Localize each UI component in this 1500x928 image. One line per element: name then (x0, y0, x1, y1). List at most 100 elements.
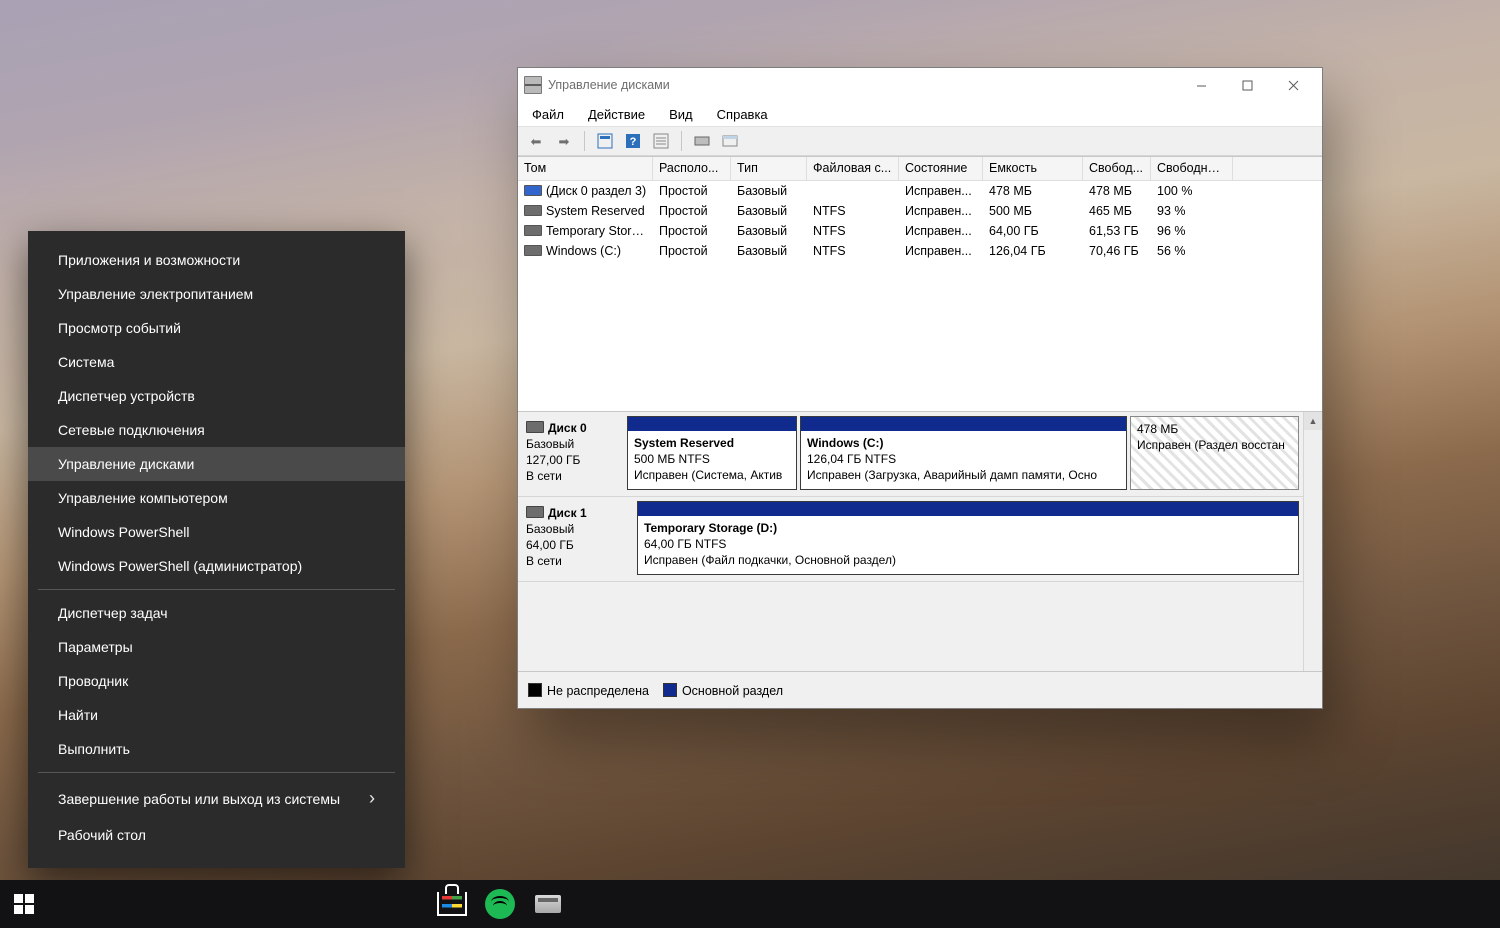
volume-fs: NTFS (807, 221, 899, 241)
winx-context-menu[interactable]: Приложения и возможностиУправление элект… (28, 231, 405, 868)
titlebar[interactable]: Управление дисками (518, 68, 1322, 102)
partition-header (801, 417, 1126, 431)
disk-block[interactable]: Диск 0Базовый127,00 ГБВ сетиSystem Reser… (518, 412, 1303, 497)
disk-label: Диск 1 (526, 505, 631, 521)
menu-view[interactable]: Вид (665, 105, 697, 124)
volume-free: 70,46 ГБ (1083, 241, 1151, 261)
disk-management-icon (524, 76, 542, 94)
volume-status: Исправен... (899, 241, 983, 261)
partition[interactable]: Temporary Storage (D:)64,00 ГБ NTFSИспра… (637, 501, 1299, 575)
col-free[interactable]: Свобод... (1083, 157, 1151, 180)
winx-item[interactable]: Диспетчер устройств (28, 379, 405, 413)
volume-type: Базовый (731, 221, 807, 241)
disk-info: Диск 1Базовый64,00 ГБВ сети (518, 501, 637, 575)
winx-item[interactable]: Сетевые подключения (28, 413, 405, 447)
start-button[interactable] (0, 880, 48, 928)
menu-action[interactable]: Действие (584, 105, 649, 124)
partition[interactable]: Windows (C:)126,04 ГБ NTFSИсправен (Загр… (800, 416, 1127, 490)
scroll-up-button[interactable]: ▲ (1304, 412, 1322, 430)
winx-item[interactable]: Выполнить (28, 732, 405, 766)
partition-status: Исправен (Файл подкачки, Основной раздел… (644, 553, 896, 567)
minimize-button[interactable] (1178, 70, 1224, 100)
volume-row[interactable]: System ReservedПростойБазовыйNTFSИсправе… (518, 201, 1322, 221)
volume-row[interactable]: Windows (C:)ПростойБазовыйNTFSИсправен..… (518, 241, 1322, 261)
legend-swatch-black (528, 683, 542, 697)
volume-free: 61,53 ГБ (1083, 221, 1151, 241)
winx-item[interactable]: Windows PowerShell (28, 515, 405, 549)
taskbar[interactable] (0, 880, 1500, 928)
store-icon (437, 892, 467, 916)
menu-file[interactable]: Файл (528, 105, 568, 124)
volume-icon (524, 205, 542, 216)
volume-list-header[interactable]: Том Располо... Тип Файловая с... Состоян… (518, 157, 1322, 181)
partition-sub: 500 МБ NTFS (634, 452, 710, 466)
disk-graphical-view[interactable]: Диск 0Базовый127,00 ГБВ сетиSystem Reser… (518, 411, 1322, 671)
toolbar-separator (584, 131, 585, 151)
legend-unallocated: Не распределена (528, 683, 649, 698)
winx-item[interactable]: Приложения и возможности (28, 243, 405, 277)
disk-info: Диск 0Базовый127,00 ГБВ сети (518, 416, 627, 490)
winx-item[interactable]: Рабочий стол (28, 818, 405, 852)
col-type[interactable]: Тип (731, 157, 807, 180)
partition-title: Temporary Storage (D:) (644, 521, 777, 535)
winx-item[interactable]: Завершение работы или выход из системы (28, 779, 405, 818)
spotify-icon (485, 889, 515, 919)
disk-management-window[interactable]: Управление дисками Файл Действие Вид Спр… (517, 67, 1323, 709)
winx-item[interactable]: Управление дисками (28, 447, 405, 481)
volume-name: System Reserved (518, 201, 653, 221)
winx-item[interactable]: Управление компьютером (28, 481, 405, 515)
winx-item[interactable]: Диспетчер задач (28, 596, 405, 630)
toolbar-list-button[interactable] (649, 129, 673, 153)
taskbar-store-icon[interactable] (428, 880, 476, 928)
graphical-scrollbar[interactable]: ▲ (1303, 412, 1322, 671)
volume-list-empty (518, 261, 1322, 411)
nav-forward-button[interactable]: ➡ (552, 129, 576, 153)
maximize-button[interactable] (1224, 70, 1270, 100)
disk-block[interactable]: Диск 1Базовый64,00 ГБВ сетиTemporary Sto… (518, 497, 1303, 582)
partition-body: Windows (C:)126,04 ГБ NTFSИсправен (Загр… (801, 431, 1126, 489)
volume-row[interactable]: (Диск 0 раздел 3)ПростойБазовыйИсправен.… (518, 181, 1322, 201)
winx-item[interactable]: Просмотр событий (28, 311, 405, 345)
nav-back-button[interactable]: ⬅ (524, 129, 548, 153)
toolbar-volume-button[interactable] (718, 129, 742, 153)
col-freepct[interactable]: Свободно % (1151, 157, 1233, 180)
volume-layout: Простой (653, 201, 731, 221)
volume-capacity: 126,04 ГБ (983, 241, 1083, 261)
volume-type: Базовый (731, 181, 807, 201)
disk-icon (526, 421, 544, 433)
close-button[interactable] (1270, 70, 1316, 100)
taskbar-diskmgmt-icon[interactable] (524, 880, 572, 928)
col-fs[interactable]: Файловая с... (807, 157, 899, 180)
menu-help[interactable]: Справка (713, 105, 772, 124)
menu-separator (38, 589, 395, 590)
partition[interactable]: 478 МБИсправен (Раздел восстан (1130, 416, 1299, 490)
winx-item[interactable]: Система (28, 345, 405, 379)
winx-item[interactable]: Параметры (28, 630, 405, 664)
volume-name: Windows (C:) (518, 241, 653, 261)
taskbar-spotify-icon[interactable] (476, 880, 524, 928)
col-capacity[interactable]: Емкость (983, 157, 1083, 180)
toolbar-properties-button[interactable] (593, 129, 617, 153)
winx-item[interactable]: Найти (28, 698, 405, 732)
disk-label: Диск 0 (526, 420, 621, 436)
volume-name: Temporary Storag... (518, 221, 653, 241)
disk-size: 64,00 ГБ (526, 537, 631, 553)
volume-freepct: 100 % (1151, 181, 1233, 201)
disk-size: 127,00 ГБ (526, 452, 621, 468)
toolbar-help-button[interactable]: ? (621, 129, 645, 153)
volume-status: Исправен... (899, 201, 983, 221)
col-volume[interactable]: Том (518, 157, 653, 180)
volume-row[interactable]: Temporary Storag...ПростойБазовыйNTFSИсп… (518, 221, 1322, 241)
winx-item[interactable]: Управление электропитанием (28, 277, 405, 311)
partition-body: System Reserved500 МБ NTFSИсправен (Сист… (628, 431, 796, 489)
winx-item[interactable]: Проводник (28, 664, 405, 698)
disk-state: В сети (526, 468, 621, 484)
col-status[interactable]: Состояние (899, 157, 983, 180)
partition[interactable]: System Reserved500 МБ NTFSИсправен (Сист… (627, 416, 797, 490)
col-layout[interactable]: Располо... (653, 157, 731, 180)
volume-list[interactable]: Том Располо... Тип Файловая с... Состоян… (518, 156, 1322, 411)
winx-item[interactable]: Windows PowerShell (администратор) (28, 549, 405, 583)
volume-fs: NTFS (807, 201, 899, 221)
volume-icon (524, 225, 542, 236)
toolbar-disk-button[interactable] (690, 129, 714, 153)
